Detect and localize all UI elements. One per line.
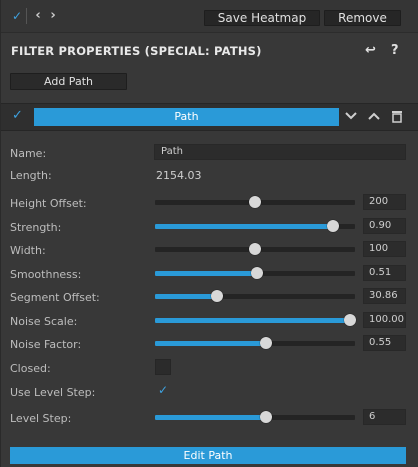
trash-icon[interactable] (390, 107, 404, 131)
slider-handle[interactable] (260, 337, 272, 349)
slider-fill (155, 224, 333, 229)
height-offset-slider[interactable] (155, 196, 355, 208)
slider-handle[interactable] (249, 243, 261, 255)
length-label: Length: (10, 169, 52, 182)
segment-offset-label: Segment Offset: (10, 291, 100, 304)
smoothness-label: Smoothness: (10, 268, 82, 281)
slider-handle[interactable] (344, 314, 356, 326)
name-label: Name: (10, 147, 47, 160)
level-step-slider[interactable] (155, 411, 355, 423)
chevron-up-icon[interactable] (367, 107, 381, 131)
closed-label: Closed: (10, 362, 51, 375)
noise-scale-label: Noise Scale: (10, 315, 78, 328)
noise-factor-label: Noise Factor: (10, 338, 82, 351)
slider-handle[interactable] (260, 411, 272, 423)
closed-checkbox[interactable] (155, 359, 171, 375)
strength-value[interactable]: 0.90 (363, 218, 406, 234)
smoothness-value[interactable]: 0.51 (363, 265, 406, 281)
strength-label: Strength: (10, 221, 62, 234)
section-title: FILTER PROPERTIES (SPECIAL: PATHS) (11, 44, 262, 58)
path-name-bar[interactable]: Path (34, 108, 339, 126)
length-value: 2154.03 (156, 169, 202, 182)
noise-scale-slider[interactable] (155, 314, 356, 326)
smoothness-slider[interactable] (155, 267, 355, 279)
slider-handle[interactable] (211, 290, 223, 302)
remove-button[interactable]: Remove (324, 10, 401, 26)
toolbar-divider (26, 8, 27, 24)
help-icon[interactable]: ? (391, 42, 399, 60)
segment-offset-value[interactable]: 30.86 (363, 288, 406, 304)
width-slider[interactable] (155, 243, 355, 255)
slider-handle[interactable] (327, 220, 339, 232)
chevron-left-icon[interactable]: ‹ (31, 6, 45, 26)
strength-slider[interactable] (155, 220, 355, 232)
height-offset-value[interactable]: 200 (363, 194, 406, 210)
height-offset-label: Height Offset: (10, 197, 87, 210)
top-toolbar: ✓ ‹ › Save Heatmap Remove (1, 0, 418, 33)
slider-handle[interactable] (249, 196, 261, 208)
use-level-step-checkbox[interactable]: ✓ (155, 382, 171, 398)
noise-factor-value[interactable]: 0.55 (363, 335, 406, 351)
name-field[interactable]: Path (154, 144, 406, 160)
chevron-down-icon[interactable] (344, 107, 358, 131)
noise-factor-slider[interactable] (155, 337, 355, 349)
filter-properties-panel: ✓ ‹ › Save Heatmap Remove FILTER PROPERT… (0, 0, 418, 467)
use-level-step-label: Use Level Step: (10, 386, 96, 399)
segment-offset-slider[interactable] (155, 290, 355, 302)
width-label: Width: (10, 244, 46, 257)
save-heatmap-button[interactable]: Save Heatmap (204, 10, 320, 26)
level-step-value[interactable]: 6 (363, 409, 406, 425)
slider-fill (155, 294, 217, 299)
slider-fill (155, 318, 350, 323)
slider-fill (155, 415, 266, 420)
slider-fill (155, 341, 266, 346)
chevron-right-icon[interactable]: › (46, 6, 60, 26)
level-step-label: Level Step: (10, 412, 72, 425)
slider-fill (155, 271, 257, 276)
width-value[interactable]: 100 (363, 241, 406, 257)
add-path-button[interactable]: Add Path (10, 73, 127, 90)
path-enabled-checkbox[interactable]: ✓ (12, 107, 28, 125)
noise-scale-value[interactable]: 100.00 (363, 312, 406, 328)
undo-arrow-icon[interactable]: ↩ (365, 42, 376, 60)
edit-path-button[interactable]: Edit Path (10, 447, 406, 464)
slider-handle[interactable] (251, 267, 263, 279)
filter-enabled-checkbox[interactable]: ✓ (10, 8, 24, 24)
